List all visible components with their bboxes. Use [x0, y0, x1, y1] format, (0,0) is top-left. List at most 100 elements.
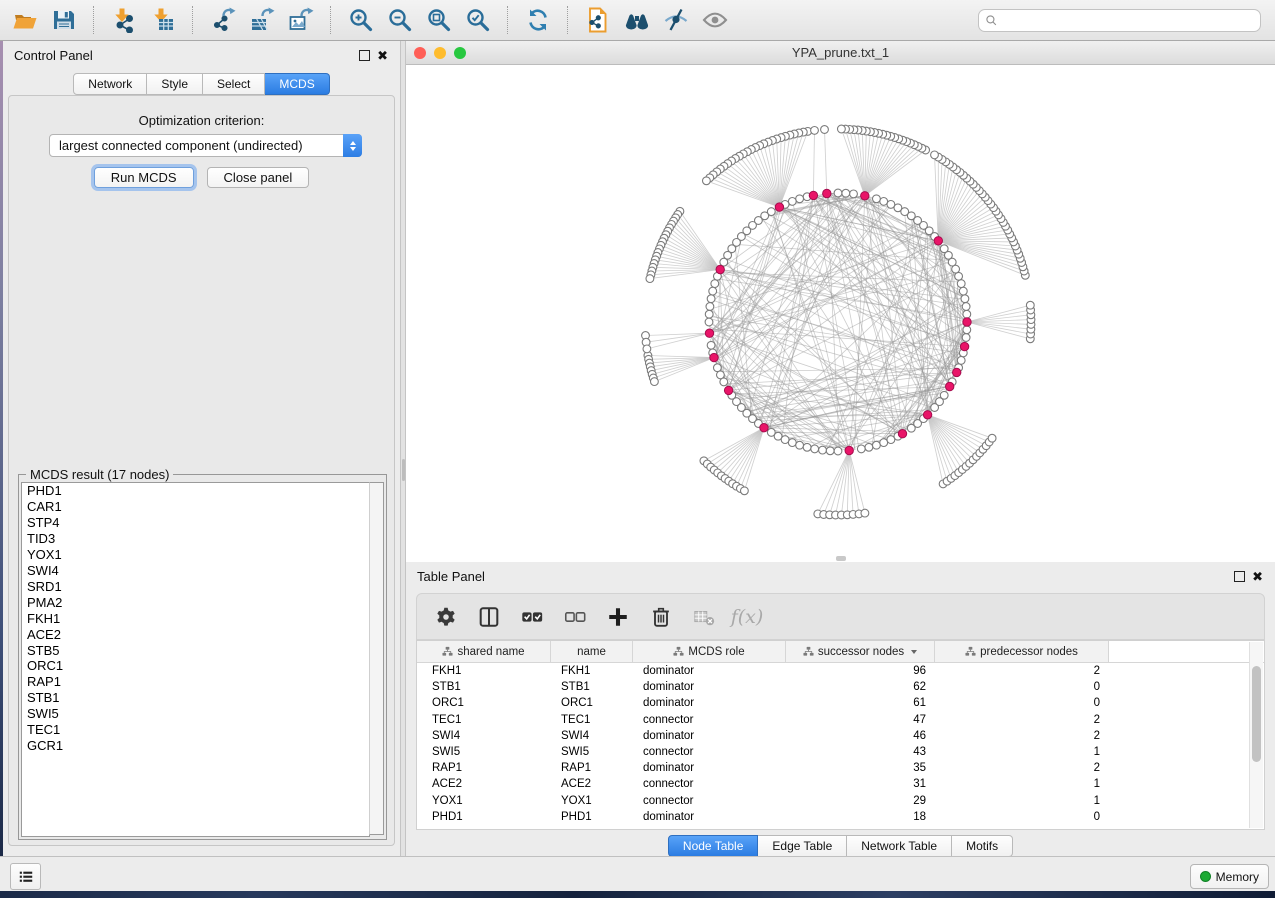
status-bar: Memory	[0, 856, 1275, 892]
control-panel-tabs: NetworkStyleSelectMCDS	[3, 73, 400, 95]
float-panel-icon[interactable]	[359, 50, 370, 61]
tab-edge-table[interactable]: Edge Table	[758, 835, 847, 857]
mcds-result-item[interactable]: YOX1	[22, 547, 369, 563]
float-table-panel-icon[interactable]	[1234, 571, 1245, 582]
mcds-result-item[interactable]: STB5	[22, 643, 369, 659]
tab-network[interactable]: Network	[73, 73, 147, 95]
network-from-document-icon[interactable]	[583, 5, 613, 35]
mcds-result-item[interactable]: CAR1	[22, 499, 369, 515]
optimization-criterion-select[interactable]: largest connected component (undirected)	[49, 134, 362, 157]
add-icon[interactable]	[605, 604, 631, 630]
column-header-shared-name[interactable]: shared name	[417, 641, 551, 662]
tab-motifs[interactable]: Motifs	[952, 835, 1013, 857]
delete-table-icon	[691, 604, 717, 630]
cell-mcds_role: connector	[643, 712, 694, 728]
network-canvas[interactable]	[406, 65, 1275, 562]
table-row-STB1[interactable]: STB1STB1dominator620	[417, 679, 1264, 695]
splitter-grip[interactable]	[402, 459, 405, 481]
table-row-YOX1[interactable]: YOX1YOX1connector291	[417, 793, 1264, 809]
table-vscrollbar[interactable]	[1249, 642, 1263, 828]
tab-network-table[interactable]: Network Table	[847, 835, 952, 857]
table-row-SWI4[interactable]: SWI4SWI4dominator462	[417, 728, 1264, 744]
task-history-button[interactable]	[10, 863, 41, 890]
delete-icon[interactable]	[648, 604, 674, 630]
table-row-ORC1[interactable]: ORC1ORC1dominator610	[417, 695, 1264, 711]
table-row-FKH1[interactable]: FKH1FKH1dominator962	[417, 663, 1264, 679]
close-table-panel-icon[interactable]: ✖	[1252, 570, 1263, 583]
mcds-result-item[interactable]: RAP1	[22, 674, 369, 690]
table-row-TEC1[interactable]: TEC1TEC1connector472	[417, 712, 1264, 728]
control-panel: Control Panel ✖ NetworkStyleSelectMCDS O…	[3, 41, 400, 856]
table-row-ACE2[interactable]: ACE2ACE2connector311	[417, 776, 1264, 792]
mcds-result-item[interactable]: SRD1	[22, 579, 369, 595]
open-file-icon[interactable]	[10, 5, 40, 35]
zoom-fit-icon[interactable]	[424, 5, 454, 35]
sort-chevron-icon[interactable]	[911, 650, 917, 654]
toolbar-separator	[330, 6, 332, 34]
mcds-result-item[interactable]: ORC1	[22, 658, 369, 674]
hide-graphics-details-icon[interactable]	[661, 5, 691, 35]
mcds-result-scrollbar[interactable]	[369, 482, 384, 835]
mcds-result-item[interactable]: PHD1	[22, 483, 369, 499]
cell-predecessor_nodes: 2	[935, 663, 1100, 679]
mcds-result-item[interactable]: TID3	[22, 531, 369, 547]
export-table-icon[interactable]	[247, 5, 277, 35]
mcds-result-item[interactable]: FKH1	[22, 611, 369, 627]
deselect-all-icon[interactable]	[562, 604, 588, 630]
search-input[interactable]	[1003, 12, 1254, 28]
close-panel-button[interactable]: Close panel	[207, 167, 310, 188]
zoom-out-icon[interactable]	[385, 5, 415, 35]
show-graphics-details-icon[interactable]	[700, 5, 730, 35]
network-hscroll-thumb[interactable]	[836, 556, 846, 561]
search-field[interactable]	[978, 9, 1261, 32]
table-row-PHD1[interactable]: PHD1PHD1dominator180	[417, 809, 1264, 825]
tab-style[interactable]: Style	[147, 73, 203, 95]
export-network-icon[interactable]	[208, 5, 238, 35]
table-panel-title: Table Panel	[406, 569, 485, 584]
cell-predecessor_nodes: 1	[935, 776, 1100, 792]
mcds-result-item[interactable]: PMA2	[22, 595, 369, 611]
save-session-icon[interactable]	[49, 5, 79, 35]
table-row-RAP1[interactable]: RAP1RAP1dominator352	[417, 760, 1264, 776]
tab-mcds[interactable]: MCDS	[265, 73, 329, 95]
tab-select[interactable]: Select	[203, 73, 265, 95]
import-table-icon[interactable]	[148, 5, 178, 35]
export-image-icon[interactable]	[286, 5, 316, 35]
cell-mcds_role: dominator	[643, 679, 694, 695]
column-header-MCDS-role[interactable]: MCDS role	[633, 641, 786, 662]
column-header-successor-nodes[interactable]: successor nodes	[786, 641, 935, 662]
run-mcds-button[interactable]: Run MCDS	[94, 167, 194, 188]
column-header-name[interactable]: name	[551, 641, 633, 662]
binoculars-icon[interactable]	[622, 5, 652, 35]
cell-predecessor_nodes: 1	[935, 744, 1100, 760]
memory-status-icon	[1200, 871, 1211, 882]
control-panel-header: Control Panel ✖	[3, 41, 400, 69]
network-window-titlebar[interactable]: YPA_prune.txt_1	[406, 41, 1275, 65]
close-panel-icon[interactable]: ✖	[377, 49, 388, 62]
table-row-SWI5[interactable]: SWI5SWI5connector431	[417, 744, 1264, 760]
refresh-icon[interactable]	[523, 5, 553, 35]
select-all-icon[interactable]	[519, 604, 545, 630]
mcds-result-item[interactable]: SWI4	[22, 563, 369, 579]
mcds-result-item[interactable]: STP4	[22, 515, 369, 531]
cell-name: PHD1	[561, 809, 592, 825]
mcds-result-item[interactable]: SWI5	[22, 706, 369, 722]
table-vscroll-thumb[interactable]	[1252, 666, 1261, 762]
mcds-result-item[interactable]: GCR1	[22, 738, 369, 754]
mcds-result-item[interactable]: ACE2	[22, 627, 369, 643]
cell-name: FKH1	[561, 663, 590, 679]
zoom-in-icon[interactable]	[346, 5, 376, 35]
mcds-result-list[interactable]: PHD1CAR1STP4TID3YOX1SWI4SRD1PMA2FKH1ACE2…	[21, 482, 370, 837]
zoom-selected-icon[interactable]	[463, 5, 493, 35]
memory-button[interactable]: Memory	[1190, 864, 1269, 889]
column-header-predecessor-nodes[interactable]: predecessor nodes	[935, 641, 1109, 662]
cell-shared_name: ORC1	[432, 695, 464, 711]
columns-icon[interactable]	[476, 604, 502, 630]
import-network-icon[interactable]	[109, 5, 139, 35]
tab-node-table[interactable]: Node Table	[668, 835, 759, 857]
mcds-result-item[interactable]: TEC1	[22, 722, 369, 738]
network-graph[interactable]	[406, 65, 1275, 562]
control-panel-title: Control Panel	[3, 48, 93, 63]
mcds-result-item[interactable]: STB1	[22, 690, 369, 706]
gear-icon[interactable]	[433, 604, 459, 630]
